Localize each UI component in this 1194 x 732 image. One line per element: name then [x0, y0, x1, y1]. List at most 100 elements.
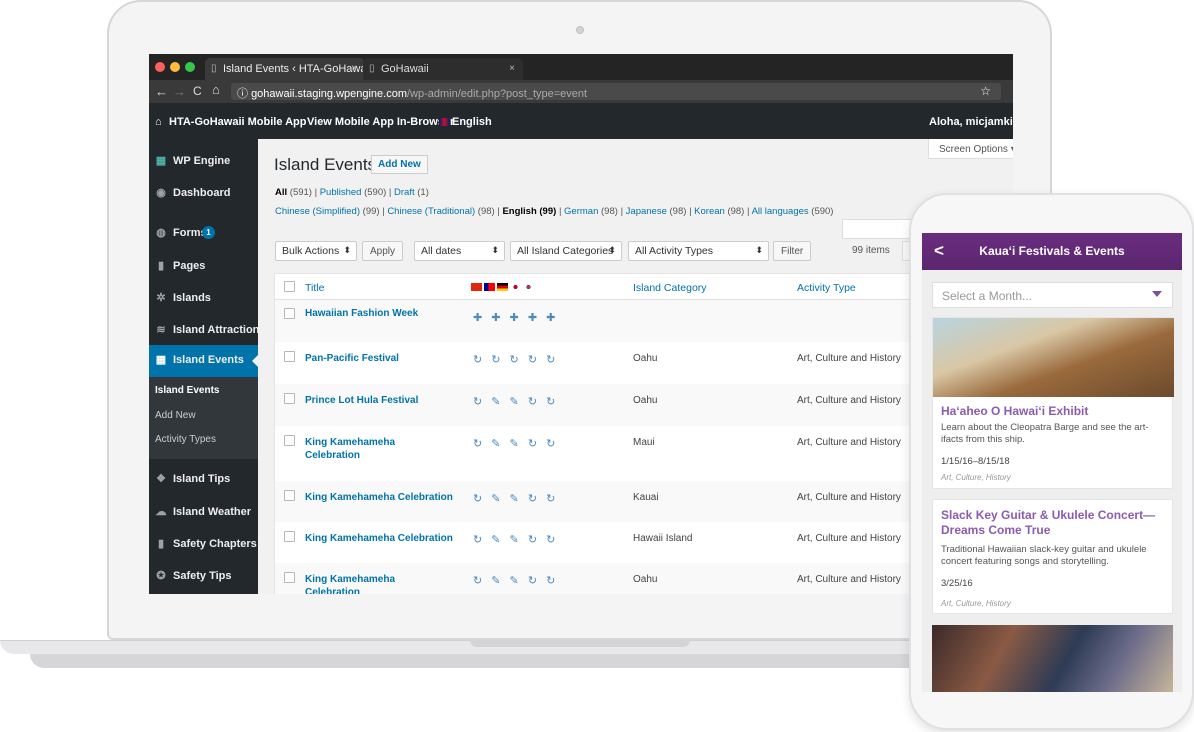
column-title[interactable]: Title: [305, 282, 324, 294]
submenu-island-events[interactable]: Island Events: [155, 385, 219, 396]
event-title-link[interactable]: King Kamehameha Celebration: [305, 491, 465, 504]
reload-icon[interactable]: C: [193, 84, 202, 98]
event-title-link[interactable]: Prince Lot Hula Festival: [305, 394, 445, 407]
row-checkbox[interactable]: [284, 490, 295, 501]
event-card[interactable]: Ha‘aheo O Hawai‘i Exhibit Learn about th…: [932, 317, 1174, 489]
event-card-title[interactable]: Slack Key Guitar & Ukulele Concert—Dream…: [941, 508, 1169, 538]
island-category: Maui: [633, 437, 655, 448]
select-all-checkbox[interactable]: [284, 281, 295, 292]
sidebar-item-attractions[interactable]: ≋ Island Attractions: [149, 315, 265, 347]
language-filter: Chinese (Simplified) (99) | Chinese (Tra…: [275, 206, 833, 217]
row-checkbox[interactable]: [284, 308, 295, 319]
translation-icons[interactable]: ✚ ✚ ✚ ✚ ✚: [473, 311, 558, 324]
translation-icons[interactable]: ↻ ↻ ↻ ↻ ↻: [473, 353, 558, 366]
submenu-add-new[interactable]: Add New: [155, 410, 196, 421]
event-title-link[interactable]: Hawaiian Fashion Week: [305, 307, 445, 320]
bookmark-star-icon[interactable]: ☆: [980, 84, 991, 98]
sidebar-item-dashboard[interactable]: ◉ Dashboard: [149, 178, 258, 210]
translation-icons[interactable]: ↻ ✎ ✎ ↻ ↻: [473, 492, 558, 505]
maximize-window-icon[interactable]: [185, 62, 195, 72]
minimize-window-icon[interactable]: [170, 62, 180, 72]
tips-icon: ❖: [156, 473, 166, 485]
lifebuoy-icon: ✪: [156, 570, 166, 582]
close-window-icon[interactable]: [155, 62, 165, 72]
lang-english[interactable]: English: [502, 206, 536, 217]
row-checkbox[interactable]: [284, 351, 295, 362]
row-checkbox[interactable]: [284, 531, 295, 542]
column-activity-type[interactable]: Activity Type: [797, 282, 856, 294]
sidebar-item-safety-chapters[interactable]: ▮ Safety Chapters: [149, 529, 258, 561]
phone-screen: < Kaua‘i Festivals & Events Select a Mon…: [922, 233, 1182, 692]
row-checkbox[interactable]: [284, 572, 295, 583]
sidebar-item-tips[interactable]: ❖ Island Tips: [149, 464, 258, 496]
filter-button[interactable]: Filter: [773, 241, 812, 261]
translation-icons[interactable]: ↻ ✎ ✎ ↻ ↻: [473, 533, 558, 546]
china-flag-icon: [471, 283, 482, 292]
column-island-category[interactable]: Island Category: [633, 282, 707, 294]
sidebar-item-label: Island Tips: [173, 473, 231, 485]
island-categories-select[interactable]: All Island Categories ⬍: [510, 241, 622, 261]
lang-count: (98): [669, 206, 687, 217]
lang-chinese-traditional[interactable]: Chinese (Traditional): [387, 206, 475, 217]
event-title-link[interactable]: King Kamehameha Celebration: [305, 532, 465, 545]
month-select[interactable]: Select a Month...: [932, 282, 1173, 308]
lang-chinese-simplified[interactable]: Chinese (Simplified): [275, 206, 360, 217]
home-icon[interactable]: ⌂: [212, 82, 220, 97]
lang-german[interactable]: German: [564, 206, 598, 217]
screen-options-button[interactable]: Screen Options ▾: [928, 139, 1013, 159]
view-app-link[interactable]: View Mobile App In-Browser: [307, 116, 454, 128]
sidebar-item-forms[interactable]: ◍ Forms 1: [149, 218, 258, 250]
translation-icons[interactable]: ↻ ✎ ✎ ↻ ↻: [473, 574, 558, 587]
status-draft[interactable]: Draft: [394, 187, 415, 198]
select-caret-icon: ⬍: [491, 245, 499, 255]
island-category: Oahu: [633, 353, 658, 364]
tab-island-events[interactable]: ▯ Island Events ‹ HTA-GoHawai ×: [205, 58, 369, 80]
dates-select[interactable]: All dates ⬍: [414, 241, 505, 261]
submenu-activity-types[interactable]: Activity Types: [155, 434, 216, 445]
site-name-link[interactable]: HTA-GoHawaii Mobile App: [169, 116, 307, 128]
url-input[interactable]: ⓘ gohawaii.staging.wpengine.com/wp-admin…: [231, 83, 1001, 100]
lang-korean[interactable]: Korean: [694, 206, 725, 217]
event-card[interactable]: Slack Key Guitar & Ukulele Concert—Dream…: [932, 499, 1173, 614]
event-card-title[interactable]: Ha‘aheo O Hawai‘i Exhibit: [941, 404, 1169, 419]
row-checkbox[interactable]: [284, 393, 295, 404]
tab-label: Island Events ‹ HTA-GoHawai: [223, 63, 369, 75]
sidebar-item-wpengine[interactable]: ▦ WP Engine: [149, 146, 258, 178]
add-new-button[interactable]: Add New: [371, 155, 428, 174]
event-title-link[interactable]: King Kamehameha Celebration: [305, 436, 415, 462]
sidebar-item-pages[interactable]: ▮ Pages: [149, 251, 258, 283]
sidebar-item-label: Island Weather: [173, 506, 252, 518]
event-title-link[interactable]: Pan-Pacific Festival: [305, 352, 445, 365]
tab-close-icon[interactable]: ×: [351, 63, 357, 74]
lang-all[interactable]: All languages: [752, 206, 809, 217]
select-placeholder: Select a Month...: [942, 289, 1033, 303]
bulk-actions-select[interactable]: Bulk Actions ⬍: [275, 241, 357, 261]
events-table: Title Island Category Activity Type Hawa…: [274, 273, 1013, 594]
forward-icon[interactable]: →: [173, 84, 186, 99]
tab-gohawaii[interactable]: ▯ GoHawaii ×: [363, 58, 523, 80]
apply-button[interactable]: Apply: [362, 241, 404, 261]
sidebar-item-islands[interactable]: ✲ Islands: [149, 283, 258, 315]
language-switcher[interactable]: English: [439, 116, 492, 128]
lang-japanese[interactable]: Japanese: [626, 206, 667, 217]
user-greeting[interactable]: Aloha, micjamking: [929, 116, 1013, 128]
attractions-icon: ≋: [156, 324, 166, 336]
taiwan-flag-icon: [484, 283, 495, 292]
translation-icons[interactable]: ↻ ✎ ✎ ↻ ↻: [473, 437, 558, 450]
event-title-link[interactable]: King Kamehameha Celebration: [305, 573, 415, 594]
translation-icons[interactable]: ↻ ✎ ✎ ↻ ↻: [473, 395, 558, 408]
activity-types-select[interactable]: All Activity Types ⬍: [628, 241, 769, 261]
sidebar-item-safety-tips[interactable]: ✪ Safety Tips: [149, 561, 258, 593]
event-image-dancers[interactable]: [932, 625, 1173, 692]
sidebar-item-weather[interactable]: ☁ Island Weather: [149, 497, 258, 529]
activity-type: Art, Culture and History: [797, 395, 901, 406]
status-all[interactable]: All: [275, 187, 287, 198]
row-checkbox[interactable]: [284, 435, 295, 446]
lang-count: (590): [811, 206, 834, 217]
status-published[interactable]: Published: [320, 187, 362, 198]
status-count: (591): [289, 187, 312, 198]
home-icon[interactable]: ⌂: [155, 116, 162, 128]
back-icon[interactable]: ←: [155, 84, 168, 99]
tab-close-icon[interactable]: ×: [509, 63, 515, 74]
sidebar-item-island-events[interactable]: ▦ Island Events: [149, 345, 258, 377]
